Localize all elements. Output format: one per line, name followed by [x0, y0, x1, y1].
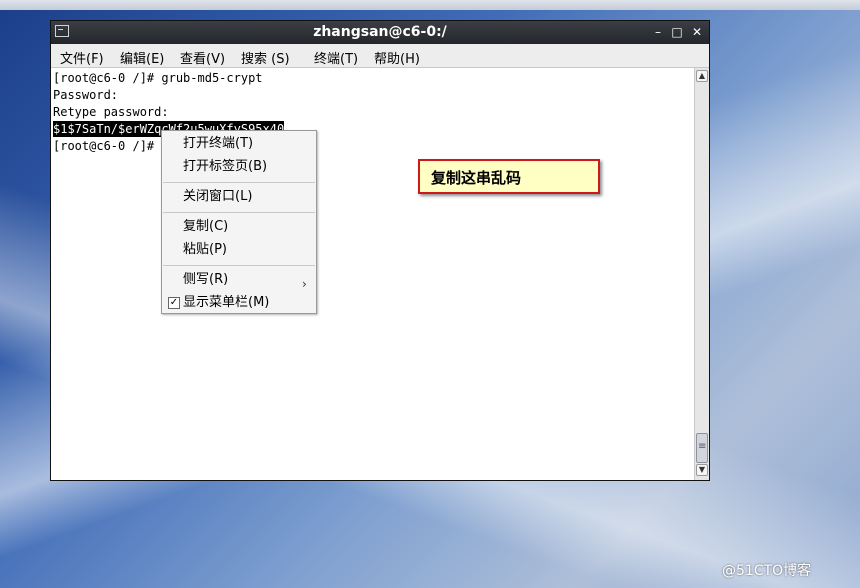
terminal-line: [root@c6-0 /]# grub-md5-crypt: [53, 71, 263, 85]
vertical-scrollbar[interactable]: ▲ ▼: [694, 68, 709, 480]
terminal-window: zhangsan@c6-0:/ – □ ✕ 文件(F) 编辑(E) 查看(V) …: [50, 20, 710, 481]
menu-view[interactable]: 查看(V): [180, 48, 225, 67]
menu-open-tab[interactable]: 打开标签页(B): [183, 157, 267, 177]
context-menu: 打开终端(T) 打开标签页(B) 关闭窗口(L) 复制(C) 粘贴(P) 侧写(…: [161, 130, 317, 314]
chevron-right-icon: ›: [302, 277, 307, 291]
scroll-down-icon[interactable]: ▼: [696, 464, 708, 476]
menu-help[interactable]: 帮助(H): [374, 48, 420, 67]
menu-copy[interactable]: 复制(C): [183, 217, 228, 237]
menu-separator: [163, 182, 315, 183]
maximize-button[interactable]: □: [670, 25, 684, 39]
menu-separator: [163, 212, 315, 213]
menu-separator: [163, 265, 315, 266]
menu-file[interactable]: 文件(F): [60, 48, 104, 67]
checkbox-checked-icon[interactable]: ✓: [168, 297, 180, 309]
titlebar[interactable]: zhangsan@c6-0:/ – □ ✕: [51, 21, 709, 44]
menu-show-menubar[interactable]: 显示菜单栏(M): [183, 293, 269, 313]
terminal-line: Password:: [53, 88, 119, 102]
menu-close-window[interactable]: 关闭窗口(L): [183, 187, 252, 207]
terminal-output[interactable]: [root@c6-0 /]# grub-md5-crypt Password: …: [51, 68, 694, 480]
menu-input-methods[interactable]: 侧写(R): [183, 270, 228, 290]
watermark: @51CTO博客: [722, 563, 812, 579]
minimize-button[interactable]: –: [651, 25, 665, 39]
desktop-top-panel: [0, 0, 860, 10]
window-title: zhangsan@c6-0:/: [313, 24, 447, 40]
menubar: 文件(F) 编辑(E) 查看(V) 搜索 (S) 终端(T) 帮助(H): [51, 44, 709, 68]
menu-edit[interactable]: 编辑(E): [120, 48, 164, 67]
annotation-callout: 复制这串乱码: [418, 159, 600, 194]
terminal-prompt: [root@c6-0 /]#: [53, 139, 155, 153]
scroll-up-icon[interactable]: ▲: [696, 70, 708, 82]
menu-open-terminal[interactable]: 打开终端(T): [183, 134, 253, 154]
menu-search[interactable]: 搜索 (S): [241, 48, 290, 67]
scroll-thumb[interactable]: [696, 433, 708, 463]
menu-paste[interactable]: 粘贴(P): [183, 240, 227, 260]
terminal-line: Retype password:: [53, 105, 169, 119]
close-button[interactable]: ✕: [690, 25, 704, 39]
menu-terminal[interactable]: 终端(T): [314, 48, 358, 67]
